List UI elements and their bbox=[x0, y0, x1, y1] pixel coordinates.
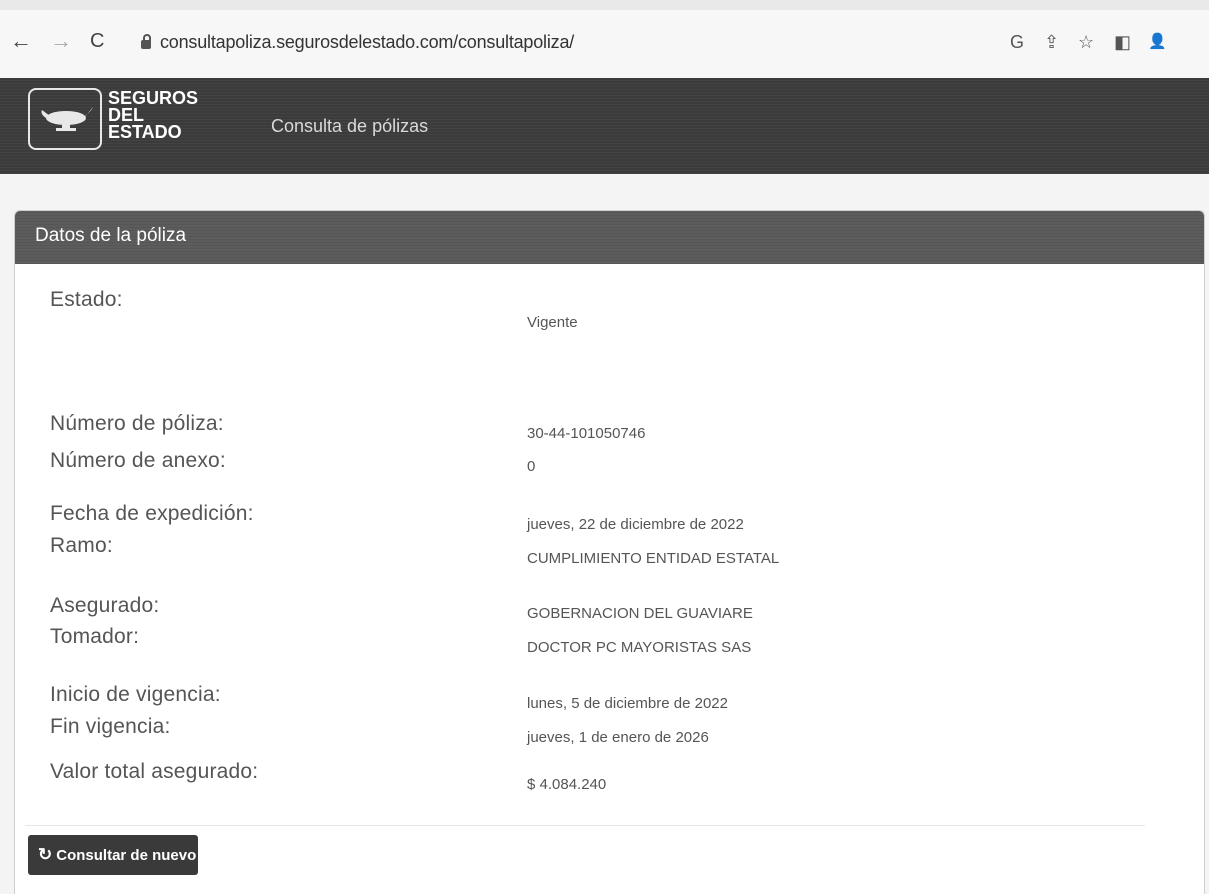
browser-toolbar: ← → C consultapoliza.segurosdelestado.co… bbox=[0, 10, 1209, 78]
value-inicio-vigencia: lunes, 5 de diciembre de 2022 bbox=[527, 695, 728, 712]
brand-name: SEGUROS DEL ESTADO bbox=[108, 89, 198, 142]
lamp-icon bbox=[41, 107, 93, 131]
value-asegurado: GOBERNACION DEL GUAVIARE bbox=[527, 605, 753, 622]
panel-heading: Datos de la póliza bbox=[15, 211, 1204, 264]
value-numero-anexo: 0 bbox=[527, 458, 536, 475]
logo[interactable] bbox=[28, 88, 102, 150]
profile-icon[interactable]: 👤 bbox=[1148, 32, 1167, 52]
label-ramo: Ramo: bbox=[50, 534, 113, 557]
value-estado: Vigente bbox=[527, 314, 578, 331]
reload-icon[interactable]: C bbox=[90, 30, 104, 52]
value-numero-poliza: 30-44-101050746 bbox=[527, 425, 646, 442]
label-estado: Estado: bbox=[50, 288, 123, 311]
panel-title: Datos de la póliza bbox=[35, 225, 187, 246]
star-icon[interactable]: ☆ bbox=[1078, 32, 1094, 52]
nav-consulta-polizas[interactable]: Consulta de pólizas bbox=[271, 116, 428, 137]
label-fecha-expedicion: Fecha de expedición: bbox=[50, 502, 254, 525]
forward-icon[interactable]: → bbox=[50, 30, 72, 52]
label-numero-poliza: Número de póliza: bbox=[50, 412, 224, 435]
consultar-de-nuevo-button[interactable]: ↻ Consultar de nuevo bbox=[28, 835, 198, 875]
label-asegurado: Asegurado: bbox=[50, 594, 160, 617]
brand-line-3: ESTADO bbox=[108, 122, 182, 142]
value-fecha-expedicion: jueves, 22 de diciembre de 2022 bbox=[527, 516, 744, 533]
address-bar[interactable]: consultapoliza.segurosdelestado.com/cons… bbox=[160, 32, 574, 53]
site-header: SEGUROS DEL ESTADO Consulta de pólizas bbox=[0, 78, 1209, 174]
value-tomador: DOCTOR PC MAYORISTAS SAS bbox=[527, 639, 752, 656]
google-icon[interactable]: G bbox=[1010, 32, 1024, 52]
value-valor-asegurado: $ 4.084.240 bbox=[527, 776, 607, 793]
label-inicio-vigencia: Inicio de vigencia: bbox=[50, 683, 221, 706]
side-panel-icon[interactable]: ◧ bbox=[1114, 32, 1131, 52]
share-icon[interactable]: ⇪ bbox=[1044, 32, 1059, 52]
policy-panel: Datos de la póliza Estado: Vigente Númer… bbox=[14, 210, 1205, 894]
label-fin-vigencia: Fin vigencia: bbox=[50, 715, 171, 738]
refresh-icon: ↻ bbox=[38, 845, 53, 864]
label-valor-asegurado: Valor total asegurado: bbox=[50, 760, 259, 783]
value-fin-vigencia: jueves, 1 de enero de 2026 bbox=[527, 729, 709, 746]
screen-top-strip bbox=[0, 0, 1209, 10]
panel-divider bbox=[25, 825, 1145, 826]
value-ramo: CUMPLIMIENTO ENTIDAD ESTATAL bbox=[527, 550, 780, 567]
button-label: Consultar de nuevo bbox=[56, 846, 197, 864]
back-icon[interactable]: ← bbox=[10, 30, 32, 52]
label-numero-anexo: Número de anexo: bbox=[50, 449, 226, 472]
lock-icon bbox=[141, 34, 151, 49]
label-tomador: Tomador: bbox=[50, 625, 140, 648]
